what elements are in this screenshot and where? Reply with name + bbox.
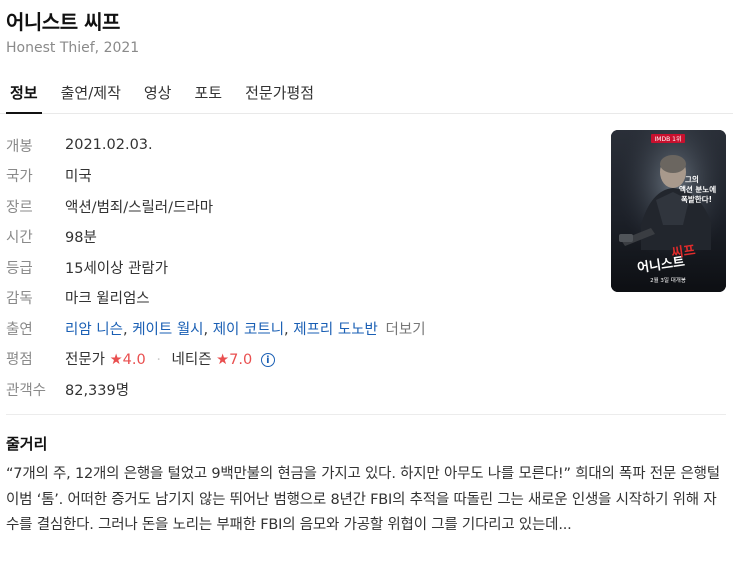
cast-more-link[interactable]: 더보기 — [386, 322, 426, 338]
tab-info[interactable]: 정보 — [6, 70, 42, 114]
critic-score: 4.0 — [122, 352, 146, 369]
svg-text:폭발한다!: 폭발한다! — [681, 194, 712, 204]
poster-image: IMDB 1위 그의 액션 분노에 폭발한다! 어니스트 씨프 2월 3일 대개… — [611, 130, 726, 292]
tab-video[interactable]: 영상 — [144, 70, 172, 113]
tab-critic-score[interactable]: 전문가평점 — [245, 70, 314, 113]
director-row: 감독 마크 윌리엄스 — [6, 283, 426, 314]
star-icon: ★ — [216, 352, 230, 369]
movie-title: 어니스트 씨프 — [6, 10, 120, 34]
divider — [6, 414, 726, 415]
movie-poster[interactable]: IMDB 1위 그의 액션 분노에 폭발한다! 어니스트 씨프 2월 3일 대개… — [611, 130, 726, 292]
runtime-value: 98분 — [65, 230, 97, 247]
audience-row: 관객수 82,339명 — [6, 374, 426, 405]
rating-label: 등급 — [6, 260, 33, 277]
tab-photo[interactable]: 포토 — [194, 70, 222, 113]
poster-badge: IMDB 1위 — [655, 135, 682, 143]
score-row: 평점 전문가 ★4.0 · 네티즌 ★7.0 i — [6, 344, 426, 375]
audience-value: 82,339명 — [65, 382, 130, 399]
country-label: 국가 — [6, 169, 33, 186]
cast-label: 출연 — [6, 321, 33, 338]
cast-link[interactable]: 케이트 월시 — [132, 322, 203, 338]
rating-row: 등급 15세이상 관람가 — [6, 252, 426, 283]
star-icon: ★ — [109, 352, 123, 369]
release-value: 2021.02.03. — [65, 137, 153, 154]
plot-title: 줄거리 — [6, 435, 48, 453]
cast-link[interactable]: 제이 코트니 — [213, 322, 284, 338]
runtime-row: 시간 98분 — [6, 222, 426, 253]
netizen-label: 네티즌 — [171, 352, 212, 369]
director-link[interactable]: 마크 윌리엄스 — [65, 287, 150, 308]
release-row: 개봉 2021.02.03. — [6, 130, 426, 161]
poster-tagline: 그의 — [685, 174, 699, 184]
info-table: 개봉 2021.02.03. 국가 미국 장르 액션/범죄/스릴러/드라마 시간… — [6, 130, 426, 405]
audience-label: 관객수 — [6, 382, 47, 399]
genre-row: 장르 액션/범죄/스릴러/드라마 — [6, 191, 426, 222]
director-label: 감독 — [6, 291, 33, 308]
cast-row: 출연 리암 니슨, 케이트 월시, 제이 코트니, 제프리 도노반 더보기 — [6, 313, 426, 344]
release-label: 개봉 — [6, 138, 33, 155]
separator-dot: · — [156, 352, 161, 369]
poster-date: 2월 3일 대개봉 — [650, 276, 686, 284]
tab-bar: 정보 출연/제작 영상 포토 전문가평점 — [0, 70, 733, 114]
runtime-label: 시간 — [6, 230, 33, 247]
country-row: 국가 미국 — [6, 161, 426, 192]
cast-link[interactable]: 리암 니슨 — [65, 322, 123, 338]
movie-subtitle: Honest Thief, 2021 — [6, 40, 140, 56]
plot-text: “7개의 주, 12개의 은행을 털었고 9백만불의 현금을 가지고 있다. 하… — [6, 466, 720, 533]
country-value: 미국 — [65, 169, 92, 186]
critic-label: 전문가 — [65, 352, 106, 369]
netizen-score: 7.0 — [229, 352, 253, 369]
genre-value: 액션/범죄/스릴러/드라마 — [65, 199, 214, 216]
genre-label: 장르 — [6, 199, 33, 216]
info-icon[interactable]: i — [260, 353, 275, 368]
tab-cast[interactable]: 출연/제작 — [61, 70, 121, 113]
cast-link[interactable]: 제프리 도노반 — [293, 322, 378, 338]
score-label: 평점 — [6, 352, 33, 369]
rating-value: 15세이상 관람가 — [65, 260, 169, 277]
svg-text:액션 분노에: 액션 분노에 — [679, 184, 716, 194]
